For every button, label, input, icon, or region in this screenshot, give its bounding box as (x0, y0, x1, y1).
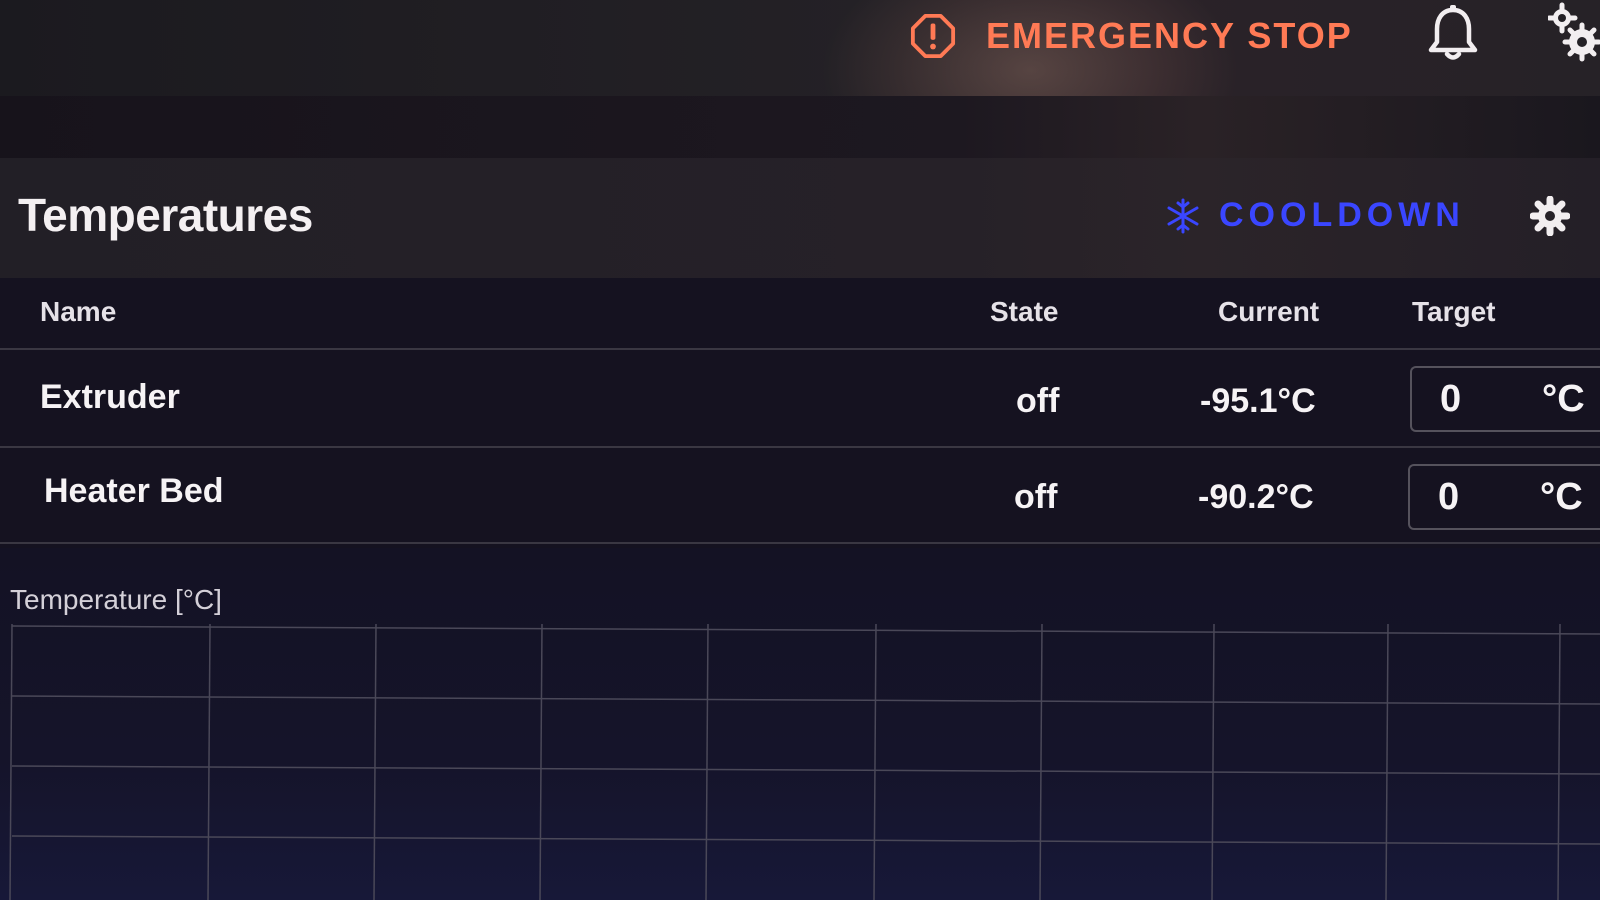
emergency-stop-label: EMERGENCY STOP (986, 15, 1353, 56)
column-header-current: Current (1218, 296, 1320, 327)
row-state: off (1016, 382, 1060, 420)
target-value: 0 (1438, 476, 1460, 518)
grid-line-horizontal (11, 765, 1600, 775)
grid-line-vertical (1039, 624, 1043, 900)
grid-line-vertical (207, 624, 211, 900)
header-spacer (0, 96, 1600, 158)
column-header-state: State (990, 296, 1059, 327)
gears-icon[interactable] (1548, 0, 1600, 62)
grid-line-vertical (373, 624, 377, 900)
row-current: -95.1°C (1200, 382, 1316, 420)
grid-line-vertical (1557, 624, 1561, 900)
row-name: Heater Bed (44, 472, 224, 510)
grid-line-vertical (1211, 624, 1215, 900)
row-name: Extruder (40, 378, 180, 416)
header-divider (0, 348, 1600, 350)
grid-line-vertical (1385, 624, 1389, 900)
grid-line-vertical (705, 624, 709, 900)
alert-octagon-icon (910, 13, 956, 59)
target-input[interactable]: 0 °C (1410, 366, 1600, 432)
target-unit: °C (1540, 476, 1583, 518)
bell-icon[interactable] (1425, 4, 1481, 64)
column-header-target: Target (1412, 296, 1496, 327)
grid-line-vertical (539, 624, 543, 900)
target-input[interactable]: 0 °C (1408, 464, 1600, 530)
grid-line-vertical (9, 624, 13, 900)
grid-line-horizontal (11, 695, 1600, 705)
cooldown-button[interactable]: COOLDOWN (1165, 196, 1465, 235)
cooldown-label: COOLDOWN (1219, 196, 1465, 234)
row-divider (0, 542, 1600, 544)
column-header-name: Name (40, 296, 117, 327)
emergency-stop-button[interactable]: EMERGENCY STOP (910, 6, 1353, 66)
grid-line-horizontal (11, 625, 1600, 635)
gear-icon[interactable] (1530, 196, 1570, 236)
top-bar: EMERGENCY STOP (0, 0, 1600, 200)
grid-line-vertical (873, 624, 877, 900)
row-current: -90.2°C (1198, 478, 1314, 516)
card-title: Temperatures (18, 189, 313, 241)
chart-y-axis-label: Temperature [°C] (10, 584, 222, 615)
temperatures-card-header: Temperatures COOLDOWN (0, 158, 1600, 278)
temperature-chart: Temperature [°C] (0, 548, 1600, 900)
row-divider (0, 446, 1600, 448)
snowflake-icon (1167, 198, 1199, 233)
grid-line-horizontal (11, 835, 1600, 845)
chart-grid (9, 624, 1600, 900)
target-value: 0 (1440, 378, 1462, 420)
temperatures-table: Name State Current Target Extruder off -… (0, 278, 1600, 548)
target-unit: °C (1542, 378, 1585, 420)
row-state: off (1014, 478, 1058, 516)
